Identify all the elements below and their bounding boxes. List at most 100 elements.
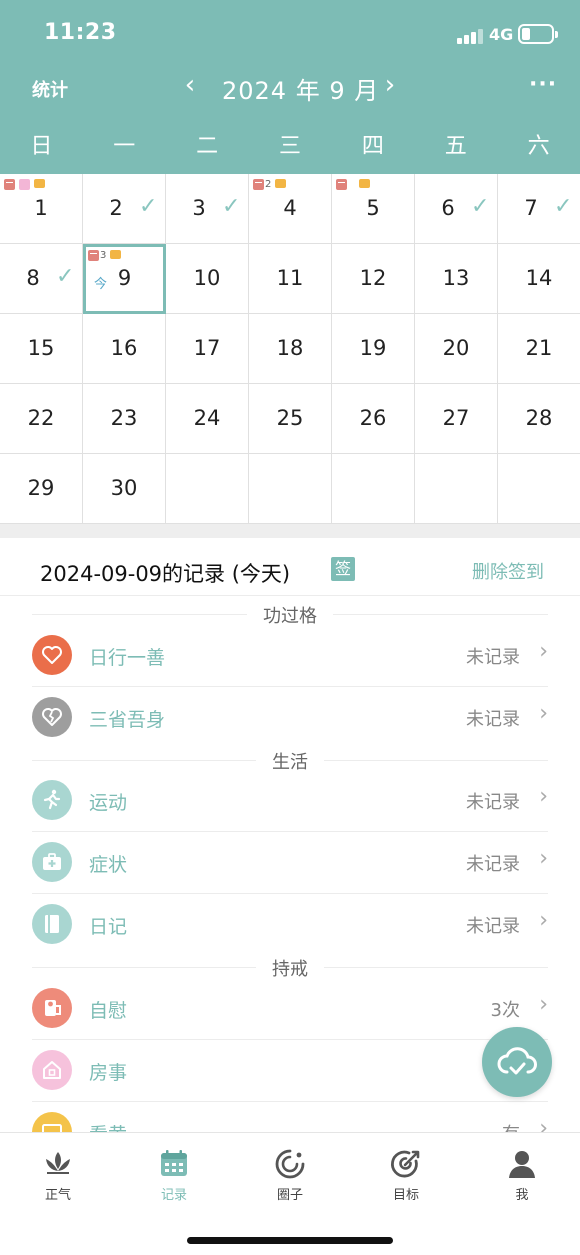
calendar-day-2[interactable]: 2 ✓ [83, 174, 166, 244]
calendar-day-27[interactable]: 27 [415, 384, 498, 454]
row-label: 看黄 [89, 1120, 127, 1132]
day-number: 11 [276, 266, 304, 290]
calendar-day-19[interactable]: 19 [332, 314, 415, 384]
day-markers: 3 [88, 250, 122, 264]
section-label-life: 生活 [32, 748, 548, 773]
day-number: 22 [27, 406, 55, 430]
day-number: 13 [442, 266, 470, 290]
record-row-diary[interactable]: 日记 未记录 › [32, 894, 548, 956]
tab-circle[interactable]: 圈子 [232, 1147, 348, 1203]
calendar-empty-cell [166, 454, 249, 524]
chevron-right-icon: › [539, 639, 548, 664]
row-value: 有 [502, 1120, 520, 1132]
calendar-day-17[interactable]: 17 [166, 314, 249, 384]
watch-marker-icon [110, 250, 122, 259]
lotus-icon [46, 1152, 70, 1174]
calendar-day-12[interactable]: 12 [332, 244, 415, 314]
stats-button[interactable]: 统计 [32, 76, 68, 102]
calendar-day-26[interactable]: 26 [332, 384, 415, 454]
record-row-symptom[interactable]: 症状 未记录 › [32, 832, 548, 894]
calendar-day-29[interactable]: 29 [0, 454, 83, 524]
calendar-day-20[interactable]: 20 [415, 314, 498, 384]
row-label: 房事 [89, 1062, 128, 1084]
masturbation-marker-icon [253, 179, 264, 190]
calendar-day-23[interactable]: 23 [83, 384, 166, 454]
day-number: 10 [193, 266, 221, 290]
weekday-sun: 日 [30, 134, 53, 159]
tab-goals[interactable]: 目标 [348, 1147, 464, 1203]
home-indicator [187, 1237, 393, 1244]
intimacy-marker-icon [19, 179, 30, 190]
masturbation-marker-icon [336, 179, 347, 190]
notebook-icon [32, 904, 72, 944]
day-number: 18 [276, 336, 304, 360]
medkit-icon [32, 842, 72, 882]
record-row-masturbation[interactable]: 自慰 3次 › [32, 978, 548, 1040]
delete-checkin-button[interactable]: 删除签到 [472, 558, 544, 584]
record-row-reflect[interactable]: 三省吾身 未记录 › [32, 687, 548, 749]
chevron-right-icon: › [539, 1116, 548, 1132]
calendar-day-11[interactable]: 11 [249, 244, 332, 314]
section-title: 功过格 [247, 606, 333, 627]
masturbation-marker-icon [88, 250, 99, 261]
row-value: 未记录 [466, 916, 520, 937]
calendar-day-16[interactable]: 16 [83, 314, 166, 384]
day-markers: 2 [253, 179, 287, 193]
day-number: 26 [359, 406, 387, 430]
calendar-day-9-today[interactable]: 3 今 9 [83, 244, 166, 314]
calendar-day-21[interactable]: 21 [498, 314, 580, 384]
calendar-day-3[interactable]: 3 ✓ [166, 174, 249, 244]
calendar-empty-cell [498, 454, 580, 524]
calendar-day-4[interactable]: 2 4 [249, 174, 332, 244]
record-row-exercise[interactable]: 运动 未记录 › [32, 770, 548, 832]
calendar-day-14[interactable]: 14 [498, 244, 580, 314]
calendar-day-8[interactable]: 8 ✓ [0, 244, 83, 314]
status-time: 11:23 [44, 20, 117, 45]
day-number: 27 [442, 406, 470, 430]
calendar-day-25[interactable]: 25 [249, 384, 332, 454]
calendar-day-10[interactable]: 10 [166, 244, 249, 314]
chevron-right-icon: › [539, 908, 548, 933]
prev-month-button[interactable]: ‹ [178, 70, 202, 100]
tab-me[interactable]: 我 [464, 1147, 580, 1203]
tab-records[interactable]: 记录 [116, 1147, 232, 1203]
section-divider [0, 524, 580, 538]
calendar-day-6[interactable]: 6 ✓ [415, 174, 498, 244]
row-value: 3次 [490, 1000, 520, 1021]
next-month-button[interactable]: › [378, 70, 402, 100]
calendar-day-1[interactable]: 1 [0, 174, 83, 244]
broken-heart-icon [32, 697, 72, 737]
record-row-good-deed[interactable]: 日行一善 未记录 › [32, 625, 548, 687]
day-number: 21 [525, 336, 553, 360]
day-number: 30 [110, 476, 138, 500]
row-label: 日行一善 [89, 647, 166, 669]
record-row-intimacy[interactable]: 房事 [32, 1040, 548, 1102]
day-number: 4 [283, 196, 297, 220]
more-button[interactable]: ··· [529, 72, 557, 97]
weekday-header: 日 一 二 三 四 五 六 [0, 128, 580, 168]
day-number: 17 [193, 336, 221, 360]
monitor-icon [32, 1112, 72, 1132]
calendar-day-13[interactable]: 13 [415, 244, 498, 314]
check-icon: ✓ [471, 194, 490, 219]
calendar-day-24[interactable]: 24 [166, 384, 249, 454]
calendar-day-15[interactable]: 15 [0, 314, 83, 384]
check-icon: ✓ [139, 194, 158, 219]
check-icon: ✓ [222, 194, 241, 219]
cloud-sync-button[interactable] [482, 1027, 552, 1097]
calendar-day-5[interactable]: 5 [332, 174, 415, 244]
tab-zhengqi[interactable]: 正气 [0, 1147, 116, 1203]
row-value: 未记录 [466, 709, 520, 730]
calendar-day-18[interactable]: 18 [249, 314, 332, 384]
marker-count: 2 [265, 179, 272, 190]
day-markers [4, 179, 45, 193]
row-value: 未记录 [466, 792, 520, 813]
record-row-watch[interactable]: 看黄 有 › [32, 1102, 548, 1132]
day-number: 28 [525, 406, 553, 430]
chevron-right-icon: › [539, 784, 548, 809]
calendar-day-7[interactable]: 7 ✓ [498, 174, 580, 244]
calendar-day-28[interactable]: 28 [498, 384, 580, 454]
calendar-day-22[interactable]: 22 [0, 384, 83, 454]
calendar-day-30[interactable]: 30 [83, 454, 166, 524]
house-icon [32, 1050, 72, 1090]
